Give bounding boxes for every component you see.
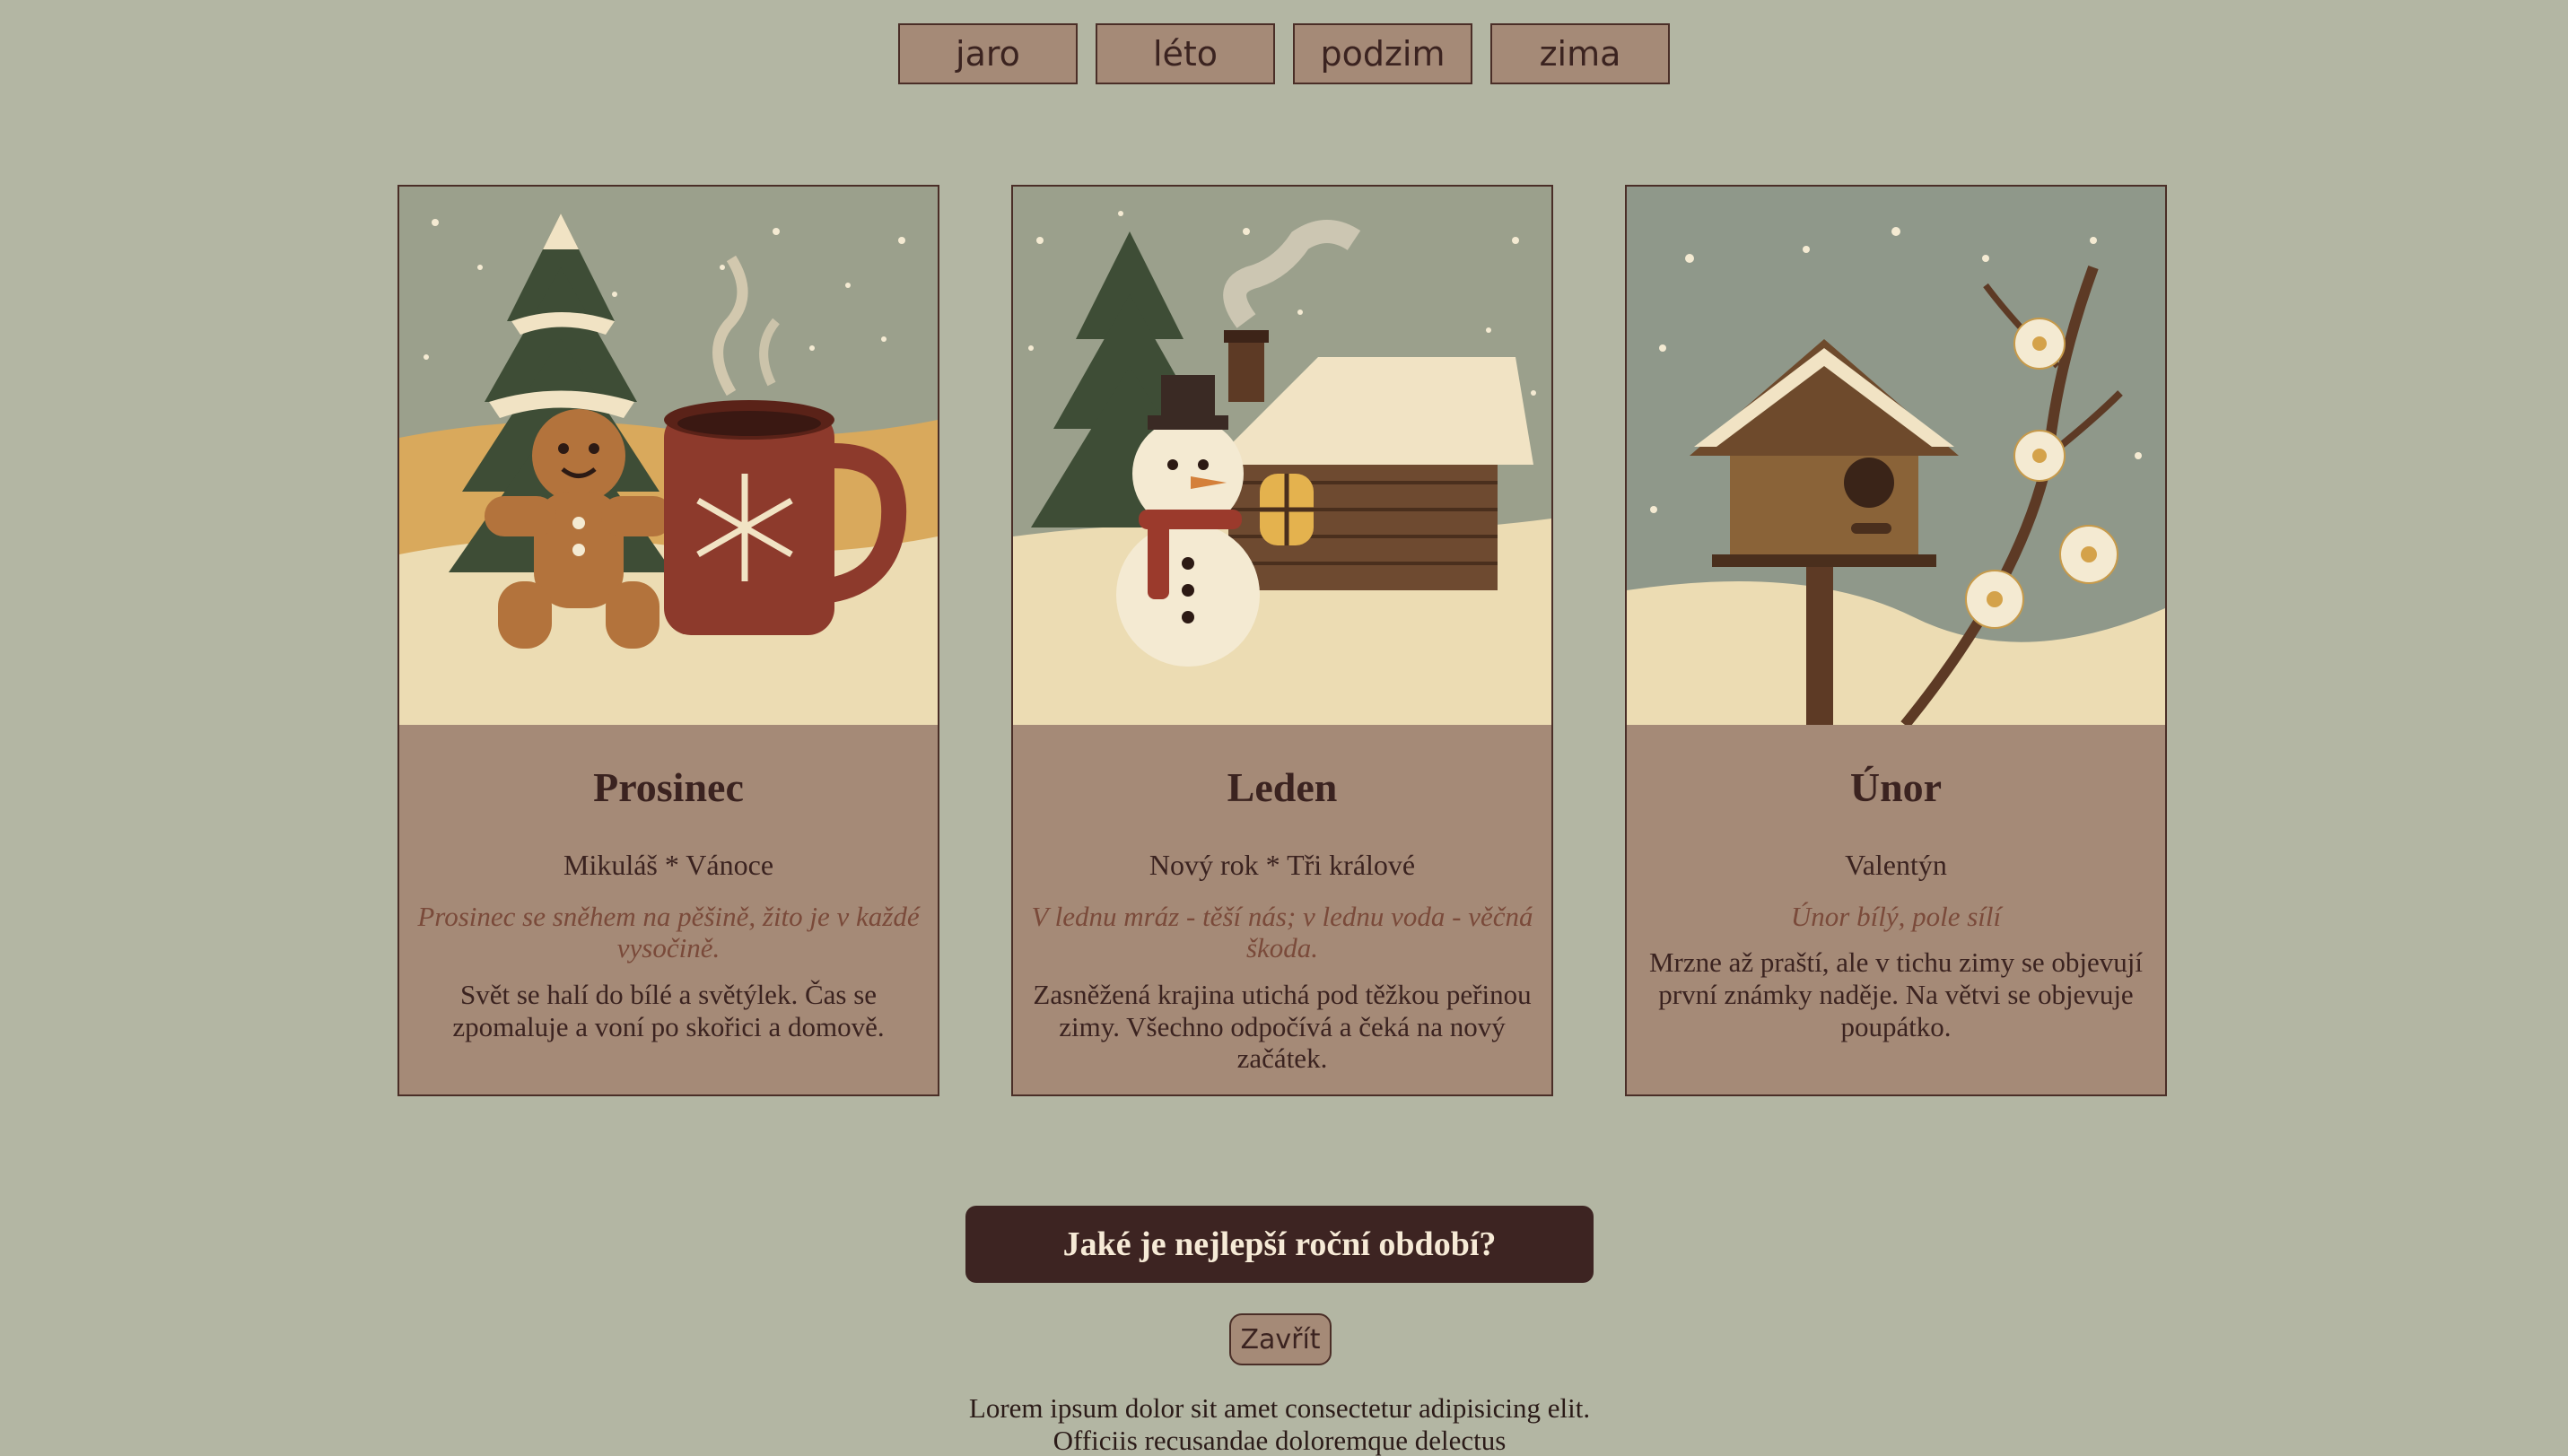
- nav-button-zima[interactable]: zima: [1490, 23, 1670, 84]
- nav-button-leto[interactable]: léto: [1096, 23, 1275, 84]
- card-title: Leden: [1227, 764, 1338, 810]
- close-button[interactable]: Zavřít: [1229, 1313, 1332, 1365]
- card-events: Valentýn: [1845, 849, 1947, 882]
- nav-button-podzim[interactable]: podzim: [1293, 23, 1472, 84]
- lorem-paragraph: Lorem ipsum dolor sit amet consectetur a…: [968, 1392, 1591, 1456]
- birdhouse-blossom-illustration: [1627, 187, 2165, 725]
- card-text: Zasněžená krajina utichá pod těžkou peři…: [1033, 978, 1532, 1075]
- nav-button-jaro[interactable]: jaro: [898, 23, 1078, 84]
- card-text: Mrzne až praští, ale v tichu zimy se obj…: [1648, 946, 2144, 1042]
- card-text: Svět se halí do bílé a světýlek. Čas se …: [452, 978, 885, 1042]
- card-title: Únor: [1849, 764, 1943, 810]
- snowman-cabin-illustration: [1013, 187, 1551, 725]
- season-nav: jaro léto podzim zima: [0, 23, 2568, 84]
- card-proverb: Prosinec se sněhem na pěšině, žito je v …: [417, 900, 920, 964]
- question-heading: Jaké je nejlepší roční období?: [965, 1206, 1594, 1283]
- month-card-unor: Únor Valentýn Únor bílý, pole sílí Mrzne…: [1625, 185, 2167, 1096]
- card-proverb: V lednu mráz - těší nás; v lednu voda - …: [1031, 900, 1533, 964]
- card-proverb: Únor bílý, pole sílí: [1790, 900, 2002, 932]
- card-title: Prosinec: [593, 764, 744, 810]
- card-events: Mikuláš * Vánoce: [563, 849, 774, 882]
- month-card-leden: Leden Nový rok * Tři králové V lednu mrá…: [1011, 185, 1553, 1096]
- gingerbread-mug-illustration: [399, 187, 938, 725]
- card-events: Nový rok * Tři králové: [1149, 849, 1416, 882]
- month-card-prosinec: Prosinec Mikuláš * Vánoce Prosinec se sn…: [397, 185, 939, 1096]
- month-cards: Prosinec Mikuláš * Vánoce Prosinec se sn…: [397, 185, 2167, 1096]
